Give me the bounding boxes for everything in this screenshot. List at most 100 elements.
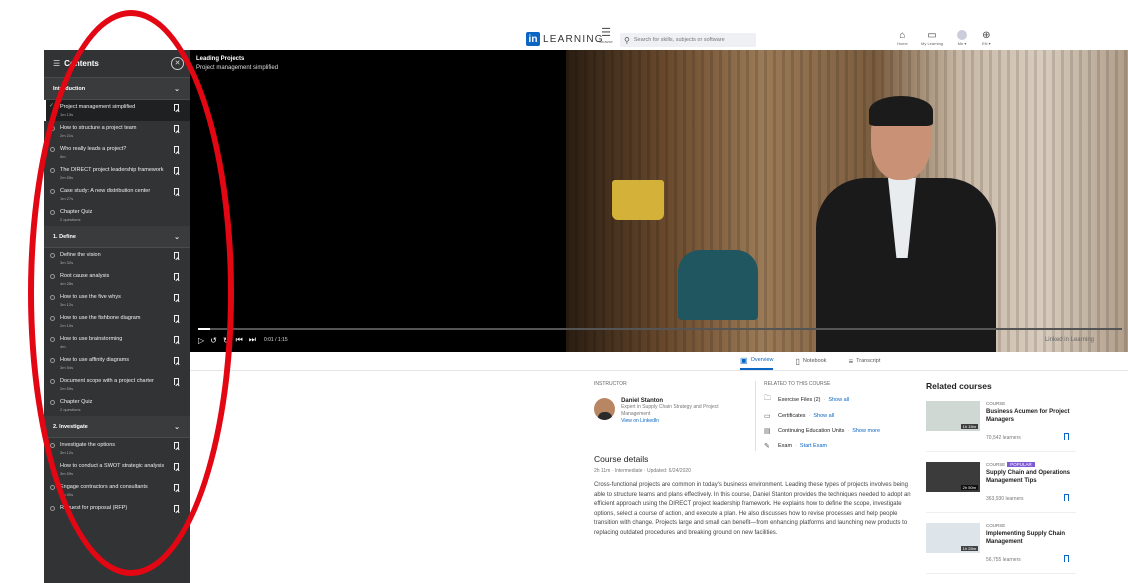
- sidebar-video-item[interactable]: Chapter Quiz 2 questions: [44, 205, 190, 226]
- nav-me[interactable]: Me ▾: [957, 30, 967, 46]
- nav-my-learning[interactable]: ▭ My Learning: [921, 30, 943, 46]
- bookmark-icon[interactable]: [174, 188, 179, 195]
- sidebar-video-item[interactable]: Root cause analysis 4m 28s: [44, 269, 190, 290]
- list-icon: ☰: [53, 59, 61, 68]
- status-circle-icon: [50, 274, 55, 279]
- video-item-title: Case study: A new distribution center: [60, 188, 151, 194]
- tab-notebook[interactable]: ▯ Notebook: [795, 352, 826, 370]
- certificates-link[interactable]: Show all: [813, 413, 834, 419]
- search-input[interactable]: [633, 37, 754, 43]
- nav-home[interactable]: ⌂ Home: [897, 30, 908, 46]
- course-thumbnail[interactable]: 1h 25m: [926, 523, 980, 553]
- tab-transcript[interactable]: ≡ Transcript: [848, 352, 880, 370]
- video-item-duration: 2m 50s: [60, 492, 74, 497]
- related-course-card[interactable]: 2h 50m COURSE POPULAR Supply Chain and Oper…: [926, 458, 1076, 513]
- course-title[interactable]: Leading Projects: [196, 56, 244, 62]
- ceu-link[interactable]: Show more: [852, 428, 880, 434]
- bookmark-icon[interactable]: [174, 442, 179, 449]
- sidebar-video-item[interactable]: Chapter Quiz 2 questions: [44, 395, 190, 416]
- sidebar-section-header[interactable]: Introduction ⌄: [44, 78, 190, 100]
- bookmark-icon[interactable]: [174, 357, 179, 364]
- bookmark-icon[interactable]: [174, 167, 179, 174]
- sidebar-video-item[interactable]: How to conduct a SWOT strategic analysis…: [44, 459, 190, 480]
- video-item-title: Document scope with a project charter: [60, 378, 154, 384]
- course-kind: COURSE: [986, 462, 1006, 467]
- sidebar-section-header[interactable]: 2. Investigate ⌄: [44, 416, 190, 438]
- bookmark-icon[interactable]: [1064, 555, 1069, 562]
- course-details-heading: Course details: [594, 454, 649, 464]
- sidebar-section-header[interactable]: 1. Define ⌄: [44, 226, 190, 248]
- bookmark-icon[interactable]: [174, 104, 179, 111]
- nav-home-label: Home: [897, 41, 908, 46]
- bookmark-icon[interactable]: [174, 484, 179, 491]
- sidebar-video-item[interactable]: Document scope with a project charter 2m …: [44, 374, 190, 395]
- course-thumbnail[interactable]: 1h 15m: [926, 401, 980, 431]
- video-item-title: How to use the five whys: [60, 294, 121, 300]
- video-item-duration: 3m 59s: [60, 471, 74, 476]
- sidebar-video-item[interactable]: How to use the fishbone diagram 2m 10s: [44, 311, 190, 332]
- avatar: [957, 30, 967, 40]
- home-icon: ⌂: [899, 30, 906, 41]
- check-icon: ✓: [49, 103, 55, 109]
- forward-icon[interactable]: ↻: [223, 336, 230, 345]
- bookmark-icon[interactable]: [174, 294, 179, 301]
- tab-overview[interactable]: ▣ Overview: [740, 352, 774, 370]
- bookmark-icon[interactable]: [174, 378, 179, 385]
- bookmark-icon[interactable]: [1064, 433, 1069, 440]
- sidebar-sections: Introduction ⌄ ✓ Project management simplif…: [44, 78, 190, 517]
- video-item-duration: 5m: [60, 154, 66, 159]
- sidebar-video-item[interactable]: How to use the five whys 3m 12s: [44, 290, 190, 311]
- video-item-duration: 4m 28s: [60, 281, 74, 286]
- search-bar[interactable]: ⚲: [620, 33, 756, 47]
- bookmark-icon[interactable]: [174, 463, 179, 470]
- nav-language[interactable]: ⊕ EN ▾: [982, 30, 991, 46]
- sidebar-video-item[interactable]: The DIRECT project leadership framework 2…: [44, 163, 190, 184]
- bookmark-icon[interactable]: [174, 505, 179, 512]
- play-icon[interactable]: ▷: [198, 336, 204, 345]
- ceu-text: Continuing Education Units: [778, 428, 845, 434]
- video-player[interactable]: Leading Projects Project management simp…: [190, 50, 1128, 352]
- instructor-section: INSTRUCTOR Daniel Stanton Expert in Supp…: [594, 381, 744, 424]
- sidebar-video-item[interactable]: How to use affinity diagrams 3m 54s: [44, 353, 190, 374]
- sidebar-video-item[interactable]: Request for proposal (RFP): [44, 501, 190, 517]
- bookmark-icon[interactable]: [1064, 494, 1069, 501]
- folder-icon: 🗀: [764, 395, 771, 402]
- sidebar-video-item[interactable]: Who really leads a project? 5m: [44, 142, 190, 163]
- video-progress-bar[interactable]: [198, 328, 1122, 330]
- bookmark-icon[interactable]: [174, 125, 179, 132]
- sidebar-video-item[interactable]: How to use brainstorming 4m: [44, 332, 190, 353]
- close-icon[interactable]: ✕: [171, 57, 184, 70]
- related-course-name[interactable]: Implementing Supply Chain Management: [986, 530, 1080, 546]
- related-course-card[interactable]: 1h 15m COURSE Business Acumen for Project …: [926, 397, 1076, 452]
- linkedin-learning-logo[interactable]: in LEARNING: [526, 32, 604, 46]
- bookmark-icon[interactable]: [174, 273, 179, 280]
- sidebar-video-item[interactable]: ✓ Project management simplified 1m 13s: [44, 100, 190, 121]
- video-item-duration: 1m 27s: [60, 196, 74, 201]
- sidebar-video-item[interactable]: Investigate the options 3m 12s: [44, 438, 190, 459]
- view-on-linkedin-link[interactable]: View on LinkedIn: [621, 418, 744, 424]
- previous-icon[interactable]: ⏮: [236, 335, 243, 345]
- bookmark-icon[interactable]: [174, 146, 179, 153]
- related-course-name[interactable]: Supply Chain and Operations Management T…: [986, 469, 1080, 485]
- next-icon[interactable]: ⏭: [249, 335, 256, 345]
- exercise-files-link[interactable]: Show all: [828, 397, 849, 403]
- bookmark-icon[interactable]: [174, 336, 179, 343]
- browse-button[interactable]: ☰ Browse: [596, 28, 616, 45]
- rewind-icon[interactable]: ↺: [210, 336, 217, 345]
- sidebar-video-item[interactable]: Case study: A new distribution center 1m …: [44, 184, 190, 205]
- course-thumbnail[interactable]: 2h 50m: [926, 462, 980, 492]
- related-courses-list: 1h 15m COURSE Business Acumen for Project …: [926, 397, 1076, 574]
- status-circle-icon: [50, 147, 55, 152]
- video-frame: [566, 50, 1128, 352]
- separator: ·: [795, 443, 797, 449]
- sidebar-video-item[interactable]: Define the vision 3m 32s: [44, 248, 190, 269]
- presenter-hair: [869, 96, 933, 126]
- start-exam-link[interactable]: Start Exam: [800, 443, 827, 449]
- sidebar-video-item[interactable]: How to structure a project team 2m 21s: [44, 121, 190, 142]
- related-course-name[interactable]: Business Acumen for Project Managers: [986, 408, 1080, 424]
- bookmark-icon[interactable]: [174, 252, 179, 259]
- bookmark-icon[interactable]: [174, 315, 179, 322]
- related-course-card[interactable]: 1h 25m COURSE Implementing Supply Chain Ma…: [926, 519, 1076, 574]
- instructor-avatar[interactable]: [594, 398, 616, 420]
- sidebar-video-item[interactable]: Engage contractors and consultants 2m 50s: [44, 480, 190, 501]
